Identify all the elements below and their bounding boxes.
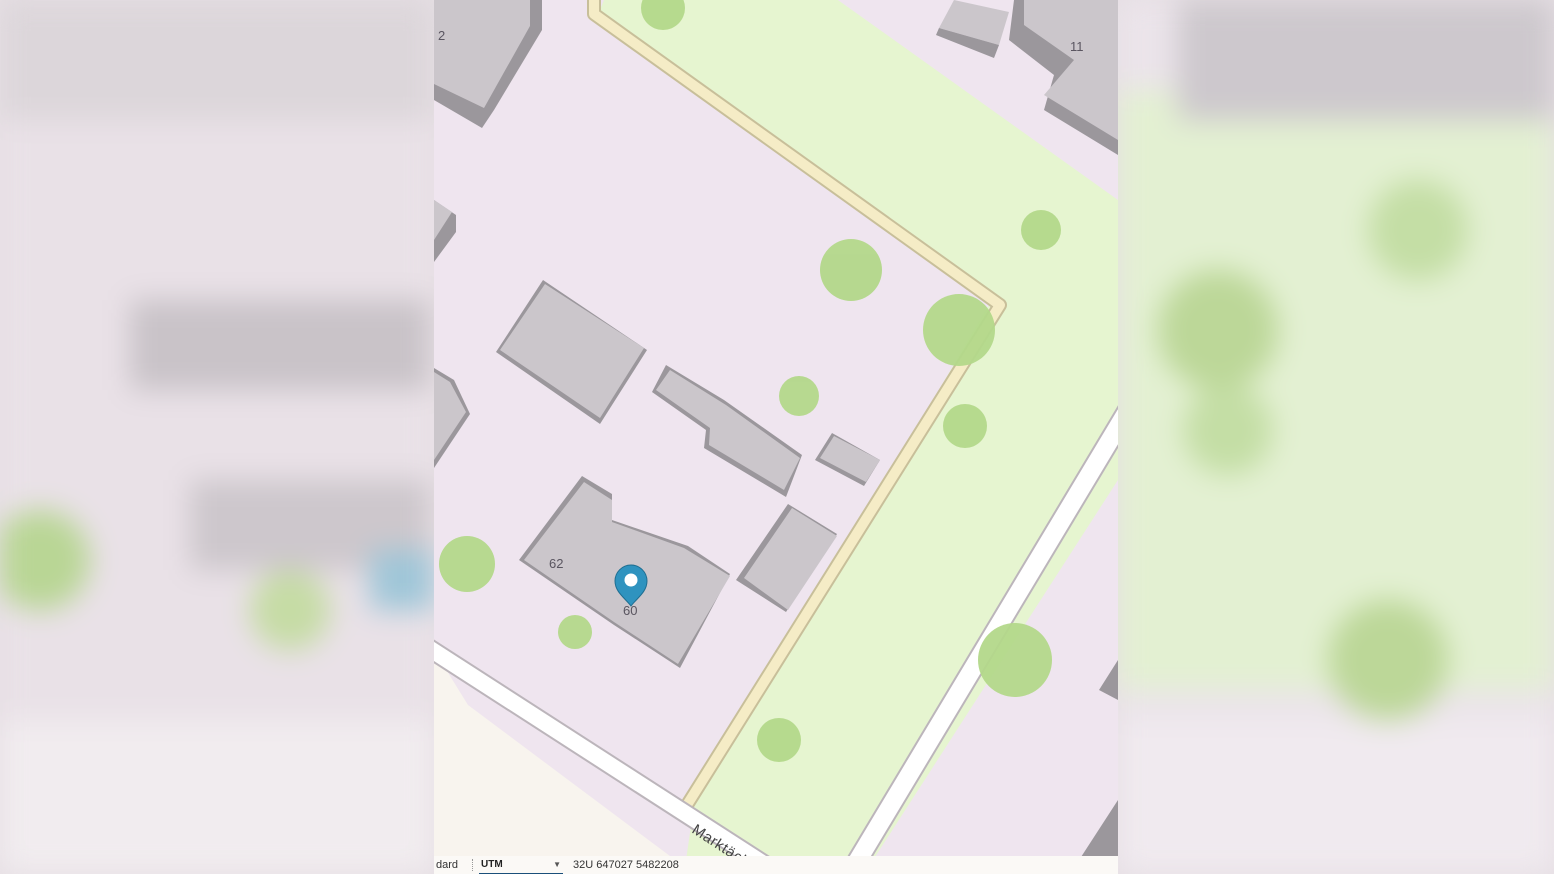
coordinate-readout: 32U 647027 5482208 (573, 859, 679, 871)
status-bar: dard UTM ▼ 32U 647027 5482208 (434, 856, 1118, 874)
tree (779, 376, 819, 416)
map-mode-label[interactable]: dard (434, 859, 466, 871)
tree (439, 536, 495, 592)
tree (923, 294, 995, 366)
house-number: 62 (549, 556, 563, 571)
map-viewport[interactable]: 2 11 62 60 Marktäcker dard UTM ▼ 32U 647… (434, 0, 1118, 874)
map-canvas[interactable]: 2 11 62 60 Marktäcker (434, 0, 1118, 874)
house-number: 11 (1070, 39, 1084, 54)
divider (472, 859, 473, 871)
blurred-background-left (0, 0, 434, 874)
blurred-background-right (1118, 0, 1554, 874)
tree (978, 623, 1052, 697)
crs-dropdown[interactable]: UTM ▼ (479, 857, 563, 874)
house-number: 2 (438, 28, 445, 43)
crs-selected-value: UTM (481, 859, 503, 870)
tree (1021, 210, 1061, 250)
tree (820, 239, 882, 301)
tree (943, 404, 987, 448)
tree (558, 615, 592, 649)
chevron-down-icon: ▼ (553, 860, 561, 869)
tree (757, 718, 801, 762)
